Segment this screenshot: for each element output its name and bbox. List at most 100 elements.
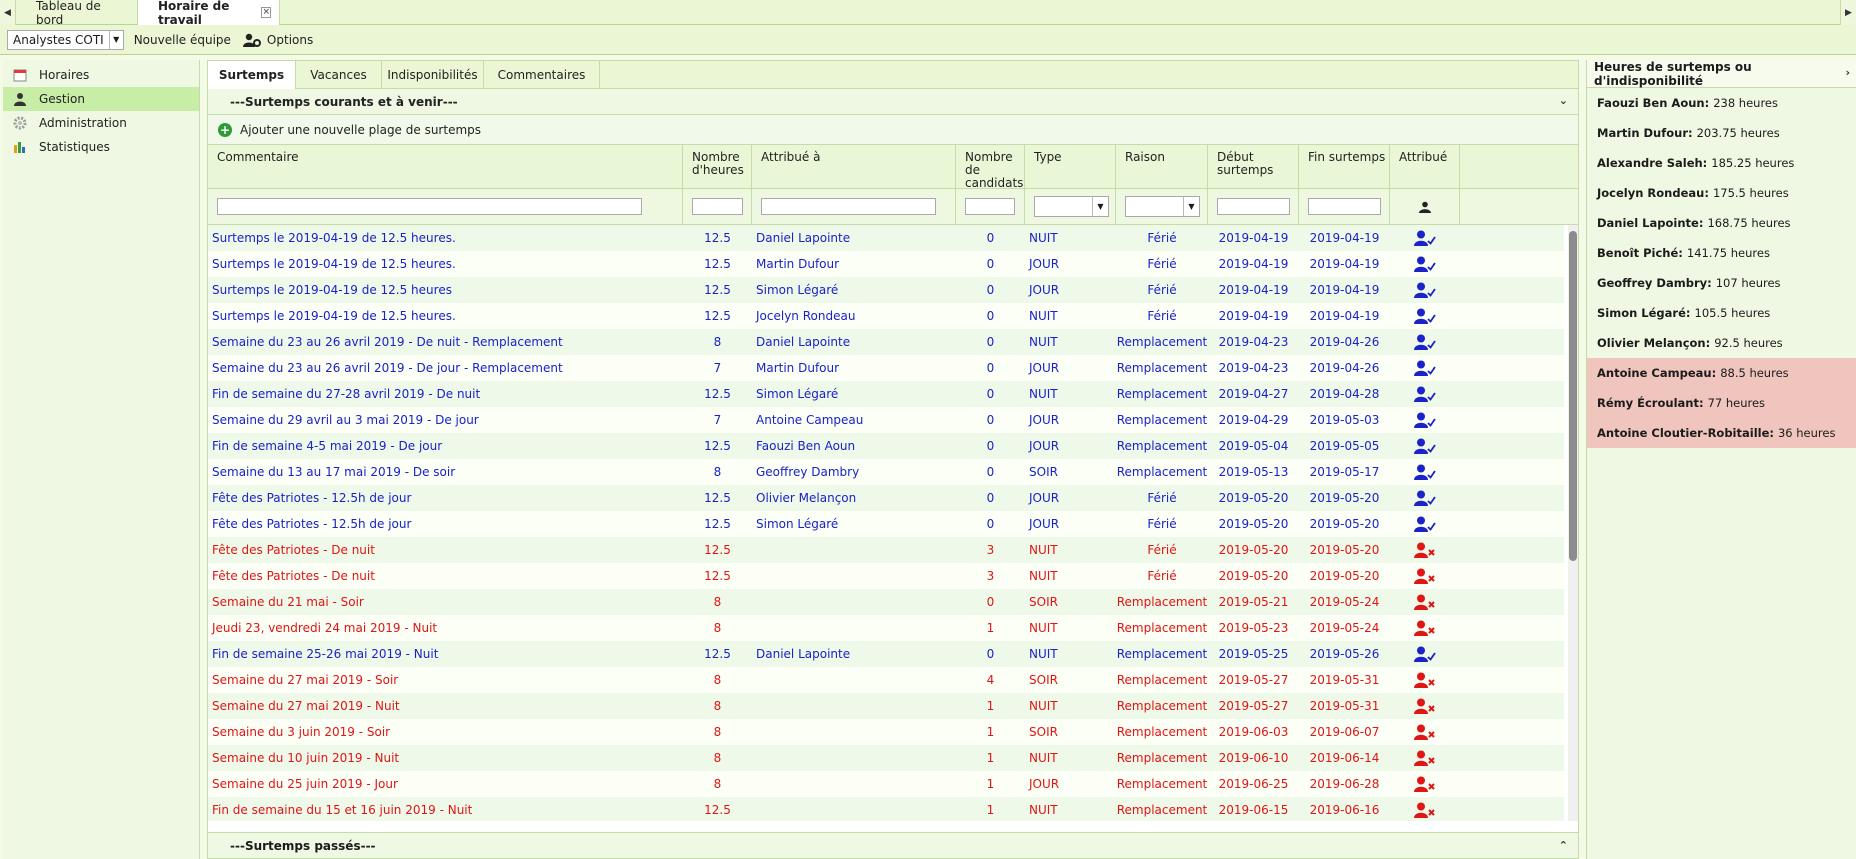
user-check-icon[interactable] <box>1390 230 1460 246</box>
user-times-icon[interactable] <box>1390 568 1460 584</box>
employee-hours-item[interactable]: Geoffrey Dambry: 107 heures <box>1587 268 1856 298</box>
table-row[interactable]: Surtemps le 2019-04-19 de 12.5 heures. 12… <box>208 225 1564 251</box>
chevron-down-icon[interactable]: ▼ <box>108 30 123 49</box>
employee-hours-item[interactable]: Daniel Lapointe: 168.75 heures <box>1587 208 1856 238</box>
user-times-icon[interactable] <box>1390 620 1460 636</box>
user-check-icon[interactable] <box>1390 646 1460 662</box>
user-times-icon[interactable] <box>1390 594 1460 610</box>
table-row[interactable]: Jeudi 23, vendredi 24 mai 2019 - Nuit 8 1 N… <box>208 615 1564 641</box>
user-check-icon[interactable] <box>1390 334 1460 350</box>
table-row[interactable]: Fête des Patriotes - 12.5h de jour 12.5 Si… <box>208 511 1564 537</box>
reason-filter-select[interactable]: ▼ <box>1125 196 1200 217</box>
tab-surtemps[interactable]: Surtemps <box>208 61 296 89</box>
chevron-down-icon[interactable]: ⌄ <box>1559 94 1568 107</box>
table-row[interactable]: Fête des Patriotes - De nuit 12.5 3 NUIT Fér… <box>208 537 1564 563</box>
employee-hours-item[interactable]: Martin Dufour: 203.75 heures <box>1587 118 1856 148</box>
vertical-scrollbar[interactable] <box>1568 225 1578 821</box>
tab-vacances[interactable]: Vacances <box>296 61 382 89</box>
employee-hours-item[interactable]: Olivier Melançon: 92.5 heures <box>1587 328 1856 358</box>
header-type[interactable]: Type <box>1025 145 1116 188</box>
chevron-up-icon[interactable]: ⌃ <box>1559 839 1568 852</box>
employee-hours-item[interactable]: Faouzi Ben Aoun: 238 heures <box>1587 88 1856 118</box>
user-check-icon[interactable] <box>1390 282 1460 298</box>
tab-scroll-right-icon[interactable]: ▶ <box>1840 0 1856 25</box>
type-filter-select[interactable]: ▼ <box>1034 196 1109 217</box>
options-button[interactable]: Options <box>242 33 313 47</box>
user-times-icon[interactable] <box>1390 750 1460 766</box>
header-start[interactable]: Début surtemps <box>1208 145 1299 188</box>
table-row[interactable]: Semaine du 23 au 26 avril 2019 - De nuit… <box>208 329 1564 355</box>
user-check-icon[interactable] <box>1390 490 1460 506</box>
sidebar-item-gestion[interactable]: Gestion <box>3 87 199 111</box>
add-overtime-button[interactable]: + Ajouter une nouvelle plage de surtemps <box>208 115 1578 145</box>
sidebar-item-horaires[interactable]: Horaires <box>3 63 199 87</box>
user-check-icon[interactable] <box>1390 386 1460 402</box>
header-end[interactable]: Fin surtemps <box>1299 145 1390 188</box>
user-check-icon[interactable] <box>1390 308 1460 324</box>
comment-filter-input[interactable] <box>217 198 642 215</box>
header-reason[interactable]: Raison <box>1116 145 1208 188</box>
header-attributed[interactable]: Attribué <box>1390 145 1460 188</box>
user-check-icon[interactable] <box>1390 412 1460 428</box>
past-overtime-section[interactable]: ---Surtemps passés--- ⌃ <box>208 832 1578 858</box>
tab-dashboard[interactable]: Tableau de bord <box>16 0 138 27</box>
candidates-filter-input[interactable] <box>965 198 1015 215</box>
user-check-icon[interactable] <box>1390 516 1460 532</box>
user-times-icon[interactable] <box>1390 776 1460 792</box>
employee-hours-item[interactable]: Rémy Écroulant: 77 heures <box>1587 388 1856 418</box>
table-row[interactable]: Semaine du 3 juin 2019 - Soir 8 1 SOIR Rempl… <box>208 719 1564 745</box>
user-check-icon[interactable] <box>1390 360 1460 376</box>
chevron-down-icon[interactable]: ▼ <box>1092 197 1108 216</box>
table-row[interactable]: Fête des Patriotes - De nuit 12.5 3 NUIT Fér… <box>208 563 1564 589</box>
table-row[interactable]: Surtemps le 2019-04-19 de 12.5 heures. 12… <box>208 251 1564 277</box>
user-times-icon[interactable] <box>1390 698 1460 714</box>
table-row[interactable]: Fin de semaine du 27-28 avril 2019 - De … <box>208 381 1564 407</box>
current-overtime-section[interactable]: ---Surtemps courants et à venir--- ⌄ <box>208 89 1578 115</box>
table-row[interactable]: Semaine du 21 mai - Soir 8 0 SOIR Remplaceme… <box>208 589 1564 615</box>
employee-hours-item[interactable]: Antoine Campeau: 88.5 heures <box>1587 358 1856 388</box>
table-row[interactable]: Fin de semaine 25-26 mai 2019 - Nuit 12.5… <box>208 641 1564 667</box>
table-row[interactable]: Semaine du 27 mai 2019 - Soir 8 4 SOIR Rempl… <box>208 667 1564 693</box>
header-assigned-to[interactable]: Attribué à <box>752 145 956 188</box>
user-icon[interactable] <box>1418 201 1431 213</box>
table-row[interactable]: Surtemps le 2019-04-19 de 12.5 heures. 12… <box>208 303 1564 329</box>
table-row[interactable]: Semaine du 29 avril au 3 mai 2019 - De j… <box>208 407 1564 433</box>
user-check-icon[interactable] <box>1390 256 1460 272</box>
table-row[interactable]: Surtemps le 2019-04-19 de 12.5 heures 12.… <box>208 277 1564 303</box>
user-check-icon[interactable] <box>1390 464 1460 480</box>
user-times-icon[interactable] <box>1390 672 1460 688</box>
table-row[interactable]: Semaine du 25 juin 2019 - Jour 8 1 JOUR Remp… <box>208 771 1564 797</box>
header-comment[interactable]: Commentaire <box>208 145 683 188</box>
table-row[interactable]: Semaine du 10 juin 2019 - Nuit 8 1 NUIT Remp… <box>208 745 1564 771</box>
table-row[interactable]: Fin de semaine 4-5 mai 2019 - De jour 12.… <box>208 433 1564 459</box>
table-row[interactable]: Semaine du 27 mai 2019 - Nuit 8 1 NUIT Rempl… <box>208 693 1564 719</box>
table-row[interactable]: Semaine du 13 au 17 mai 2019 - De soir 8 G… <box>208 459 1564 485</box>
user-check-icon[interactable] <box>1390 438 1460 454</box>
header-candidates[interactable]: Nombre de candidats <box>956 145 1025 190</box>
end-filter-input[interactable] <box>1308 198 1381 215</box>
tab-commentaires[interactable]: Commentaires <box>484 61 600 89</box>
employee-hours-item[interactable]: Simon Légaré: 105.5 heures <box>1587 298 1856 328</box>
assigned-filter-input[interactable] <box>761 198 936 215</box>
tab-work-schedule[interactable]: Horaire de travail × <box>138 0 280 27</box>
chevron-right-icon[interactable]: › <box>1845 66 1850 79</box>
close-icon[interactable]: × <box>261 7 271 18</box>
table-row[interactable]: Semaine du 23 au 26 avril 2019 - De jour… <box>208 355 1564 381</box>
user-times-icon[interactable] <box>1390 802 1460 818</box>
user-times-icon[interactable] <box>1390 724 1460 740</box>
header-hours[interactable]: Nombre d'heures <box>683 145 752 188</box>
table-row[interactable]: Fête des Patriotes - 12.5h de jour 12.5 Ol… <box>208 485 1564 511</box>
scroll-thumb[interactable] <box>1569 231 1577 561</box>
table-row[interactable]: Fin de semaine du 15 et 16 juin 2019 - N… <box>208 797 1564 821</box>
tab-indisponibilites[interactable]: Indisponibilités <box>382 61 484 89</box>
employee-hours-item[interactable]: Antoine Cloutier-Robitaille: 36 heures <box>1587 418 1856 448</box>
sidebar-item-statistiques[interactable]: Statistiques <box>3 135 199 159</box>
tab-scroll-left-icon[interactable]: ◀ <box>0 0 16 25</box>
user-times-icon[interactable] <box>1390 542 1460 558</box>
hours-filter-input[interactable] <box>692 198 743 215</box>
sidebar-item-administration[interactable]: Administration <box>3 111 199 135</box>
employee-hours-item[interactable]: Benoît Piché: 141.75 heures <box>1587 238 1856 268</box>
team-select[interactable]: Analystes COTI ▼ <box>7 29 124 50</box>
employee-hours-item[interactable]: Jocelyn Rondeau: 175.5 heures <box>1587 178 1856 208</box>
start-filter-input[interactable] <box>1217 198 1290 215</box>
